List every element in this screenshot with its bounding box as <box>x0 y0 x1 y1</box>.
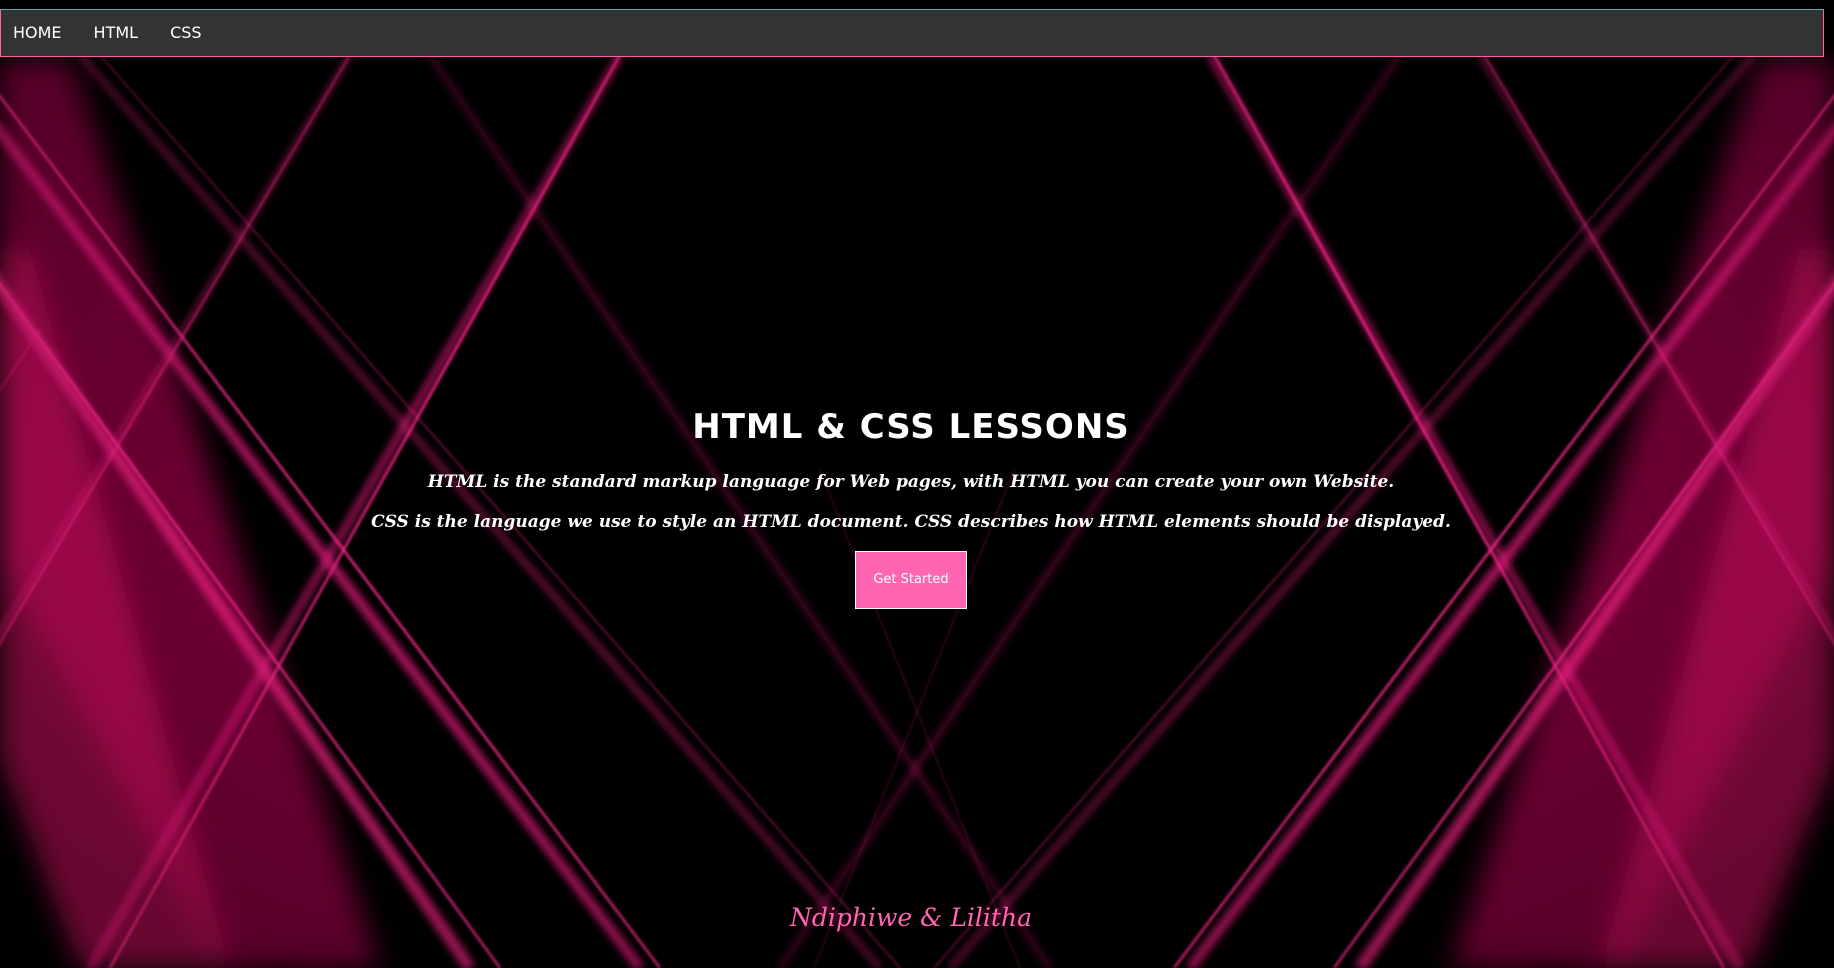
get-started-button[interactable]: Get Started <box>855 551 967 609</box>
author-signature: Ndiphiwe & Lilitha <box>790 903 1032 932</box>
nav-home-link[interactable]: HOME <box>1 10 74 56</box>
hero-html-description: HTML is the standard markup language for… <box>427 472 1395 492</box>
hero-css-description: CSS is the language we use to style an H… <box>371 512 1451 532</box>
nav-css-link[interactable]: CSS <box>158 10 213 56</box>
top-navbar: HOME HTML CSS <box>0 9 1824 57</box>
hero-section: HTML & CSS LESSONS HTML is the standard … <box>0 404 1822 609</box>
hero-title: HTML & CSS LESSONS <box>692 407 1130 447</box>
nav-html-link[interactable]: HTML <box>82 10 151 56</box>
page: HOME HTML CSS HTML & CSS LESSONS HTML is… <box>0 0 1834 968</box>
